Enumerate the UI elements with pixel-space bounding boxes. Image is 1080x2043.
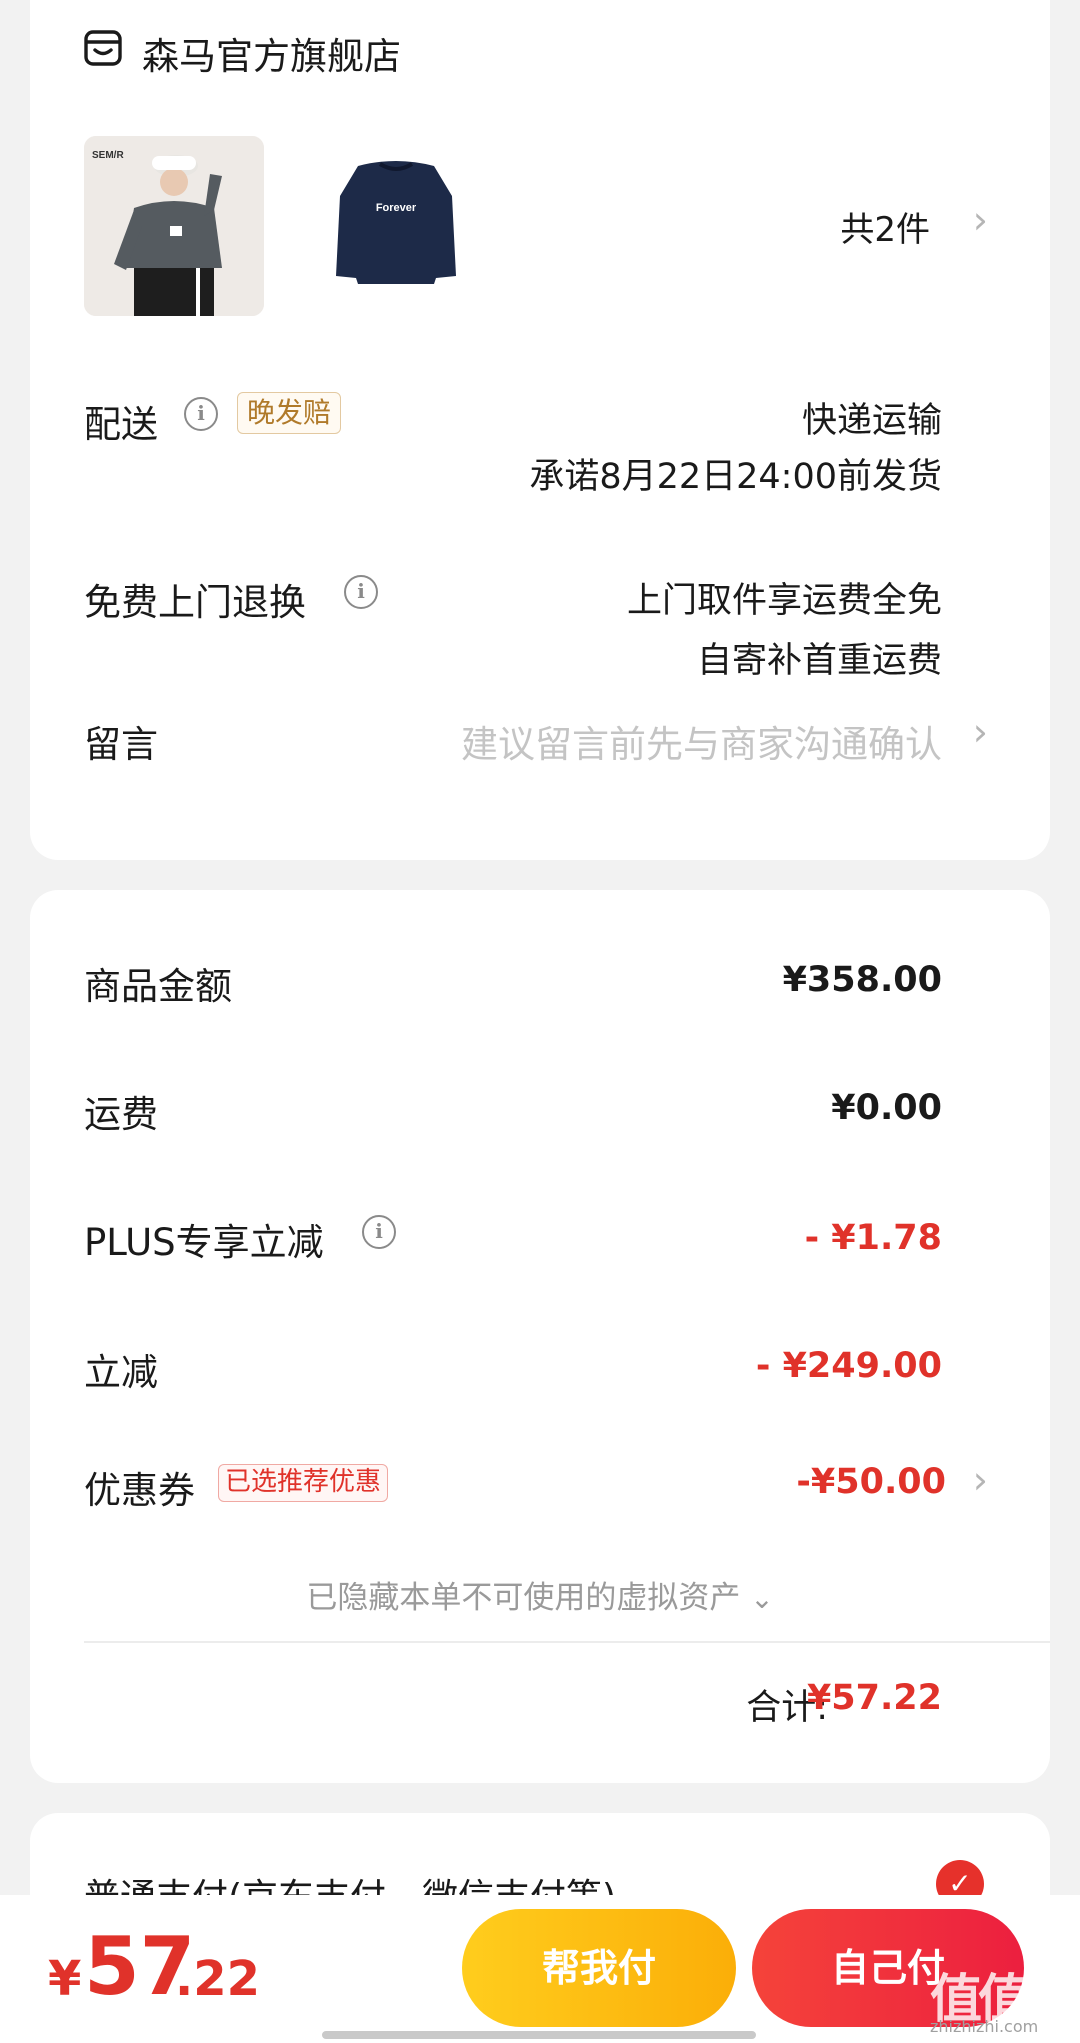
navy-sweatshirt-image: Forever [306,136,486,316]
info-icon[interactable]: i [184,397,218,431]
hidden-assets-toggle[interactable]: 已隐藏本单不可使用的虚拟资产 ⌄ [30,1572,1050,1617]
chevron-down-icon: ⌄ [750,1582,774,1615]
price-currency: ¥ [48,1951,82,2007]
home-indicator[interactable] [322,2031,756,2039]
info-icon[interactable]: i [362,1215,396,1249]
store-order-card: 森马官方旗舰店 SEM/R Forever 共2件 › 配送 i 晚发赔 快递运… [30,0,1050,860]
coupon-value[interactable]: -¥50.00 [796,1462,946,1502]
message-label: 留言 [84,723,158,766]
watermark-domain: zhizhizhi.com [930,2017,1039,2036]
shipping-fee-value: ¥0.00 [831,1088,942,1128]
delivery-method: 快递运输 [801,401,942,441]
return-pickup-text: 上门取件享运费全免 [626,581,942,621]
item-count[interactable]: 共2件 [840,202,930,251]
store-name[interactable]: 森马官方旗舰店 [142,26,401,80]
order-confirm-page: 森马官方旗舰店 SEM/R Forever 共2件 › 配送 i 晚发赔 快递运… [0,0,1080,2043]
message-input[interactable]: 建议留言前先与商家沟通确认 [461,714,942,768]
coupon-label: 优惠券 [84,1469,195,1512]
late-delivery-compensation-badge: 晚发赔 [237,392,342,434]
product-thumbnail-2[interactable]: Forever [306,136,486,316]
shipping-fee-label: 运费 [84,1093,158,1136]
plus-discount-value: - ¥1.78 [804,1218,942,1258]
model-sweatshirt-image: SEM/R [84,136,264,316]
info-icon[interactable]: i [344,575,378,609]
chevron-right-icon[interactable]: › [973,710,988,754]
product-thumbnail-1[interactable]: SEM/R [84,136,264,316]
total-value: ¥57.22 [806,1678,942,1718]
plus-discount-label: PLUS专享立减 [84,1221,324,1264]
hidden-assets-text: 已隐藏本单不可使用的虚拟资产 [306,1580,741,1616]
bottom-pay-bar: ¥ 57 .22 帮我付 自己付 值值值 zhizhizhi.com [0,1895,1080,2043]
chevron-right-icon[interactable]: › [973,198,988,242]
delivery-label: 配送 [84,403,158,446]
help-me-pay-button[interactable]: 帮我付 [462,1909,736,2027]
instant-discount-value: - ¥249.00 [755,1346,942,1386]
delivery-promise: 承诺8月22日24:00前发货 [529,457,942,497]
free-return-label: 免费上门退换 [84,581,306,624]
thumb-brand-text: SEM/R [92,150,124,161]
divider [84,1641,1050,1643]
chevron-right-icon[interactable]: › [973,1458,988,1502]
return-self-send-text: 自寄补首重运费 [696,641,942,681]
price-summary-card: 商品金额 ¥358.00 运费 ¥0.00 PLUS专享立减 i - ¥1.78… [30,890,1050,1783]
goods-amount-label: 商品金额 [84,965,232,1008]
instant-discount-label: 立减 [84,1351,158,1394]
coupon-recommended-badge: 已选推荐优惠 [218,1464,389,1502]
sweatshirt-print-text: Forever [376,202,417,214]
price-decimal: .22 [175,1951,261,2007]
goods-amount-value: ¥358.00 [782,960,942,1000]
store-icon [84,30,122,66]
